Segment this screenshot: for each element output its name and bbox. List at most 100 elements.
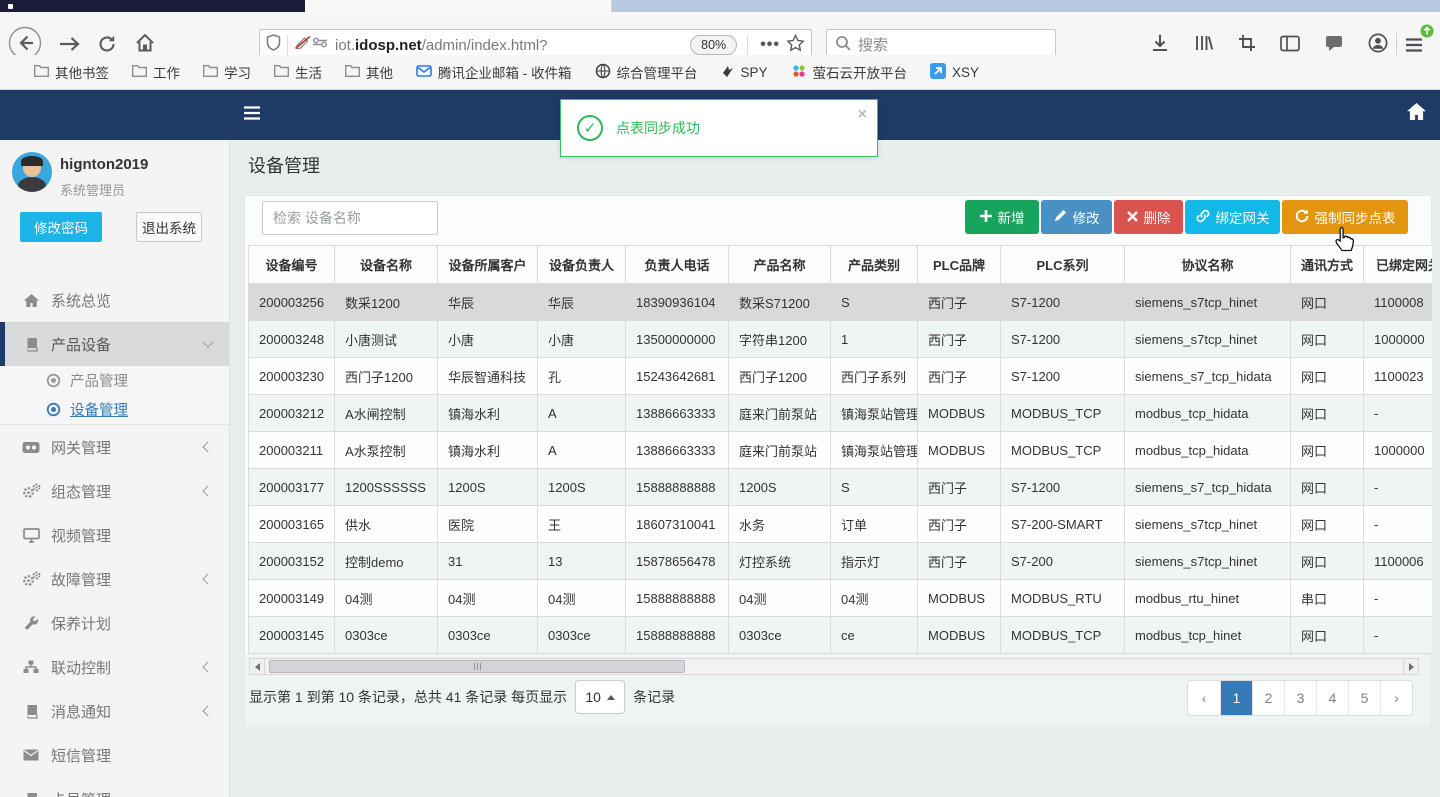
scrollbar-thumb[interactable] — [269, 660, 685, 673]
browser-tab-inactive[interactable] — [305, 0, 612, 12]
sidebar-item-system-overview[interactable]: 系统总览 — [0, 278, 229, 322]
scroll-left-button[interactable] — [249, 658, 265, 675]
chevron-left-icon — [202, 661, 214, 673]
logout-button[interactable]: 退出系统 — [136, 212, 202, 242]
bookmark-label: 腾讯企业邮箱 - 收件箱 — [438, 66, 572, 81]
sidebar-toggle-icon[interactable] — [1280, 35, 1300, 57]
zoom-level-badge[interactable]: 80% — [690, 35, 738, 55]
bookmark-folder[interactable]: 其他书签 — [34, 62, 109, 82]
table-cell: 0303ce — [437, 616, 538, 654]
bookmark-star-icon[interactable] — [786, 33, 805, 57]
sidebar-item-config-management[interactable]: 组态管理 — [0, 469, 229, 513]
library-icon[interactable] — [1194, 34, 1214, 57]
browser-tab-active[interactable] — [0, 0, 305, 12]
permissions-icon[interactable] — [312, 36, 329, 54]
home-button[interactable] — [134, 33, 156, 53]
bookmark-tencent-mail[interactable]: 腾讯企业邮箱 - 收件箱 — [416, 62, 572, 82]
screenshot-icon[interactable] — [1238, 34, 1256, 57]
pencil-icon — [1054, 209, 1067, 225]
table-row[interactable]: 200003256 数采1200 华辰 华辰 18390936104 数采S71200 S 西… — [248, 283, 1432, 321]
page-next[interactable]: › — [1380, 681, 1412, 715]
add-device-button[interactable]: 新增 — [965, 200, 1039, 234]
browser-search-input[interactable] — [858, 36, 1028, 54]
dot-circle-icon — [44, 373, 62, 388]
change-password-button[interactable]: 修改密码 — [20, 212, 102, 242]
per-page-select[interactable]: 10 — [575, 680, 626, 714]
sidebar-item-gateway-management[interactable]: 网关管理 — [0, 425, 229, 469]
table-row[interactable]: 200003145 0303ce 0303ce 0303ce 15888888888 03… — [248, 616, 1432, 654]
bookmark-folder[interactable]: 其他 — [345, 62, 393, 82]
table-cell: 小唐测试 — [334, 320, 438, 358]
scrollbar-track[interactable] — [265, 658, 1403, 675]
table-row[interactable]: 200003230 西门子1200 华辰智通科技孔 15243642681 西门子120… — [248, 357, 1432, 395]
table-cell: 网口 — [1290, 320, 1364, 358]
sidebar-item-sms-management[interactable]: 短信管理 — [0, 733, 229, 777]
horizontal-scrollbar[interactable] — [249, 658, 1419, 675]
plus-icon — [979, 209, 992, 225]
bookmark-folder[interactable]: 生活 — [274, 62, 322, 82]
bookmark-spy[interactable]: SPY — [721, 64, 768, 81]
sidebar-item-linkage-control[interactable]: 联动控制 — [0, 645, 229, 689]
page-actions-icon[interactable]: ••• — [760, 36, 780, 54]
book-icon — [20, 792, 42, 797]
bookmark-label: 其他 — [366, 66, 393, 81]
table-cell: S — [830, 283, 918, 321]
table-cell: 15888888888 — [625, 579, 729, 617]
column-header: 设备名称 — [334, 245, 438, 284]
summary-text: 显示第 1 到第 10 条记录，总共 41 条记录 每页显示 — [249, 689, 568, 705]
device-search-input[interactable] — [262, 201, 438, 235]
shield-icon[interactable] — [266, 34, 281, 56]
page-2[interactable]: 2 — [1252, 681, 1284, 715]
table-cell: 华辰 — [437, 283, 538, 321]
bookmark-ys7-open[interactable]: 萤石云开放平台 — [791, 62, 907, 82]
blocked-content-icon[interactable] — [294, 35, 312, 55]
toast-close-icon[interactable]: × — [858, 106, 867, 124]
table-row[interactable]: 200003165 供水 医院王 18607310041 水务 订单 西门子 S7-200-S… — [248, 505, 1432, 543]
page-3[interactable]: 3 — [1284, 681, 1316, 715]
caret-up-icon — [606, 694, 615, 700]
reload-button[interactable] — [97, 34, 117, 54]
sidebar-item-product-management[interactable]: 产品管理 — [0, 366, 229, 395]
sidebar-item-video-management[interactable]: 视频管理 — [0, 513, 229, 557]
sidebar-item-product-device[interactable]: 产品设备 — [0, 322, 229, 366]
table-cell: 网口 — [1290, 283, 1364, 321]
table-row[interactable]: 200003177 1200SSSSSS 1200S 1200S 15888888888… — [248, 468, 1432, 506]
page-5[interactable]: 5 — [1348, 681, 1380, 715]
table-cell: - — [1363, 394, 1432, 432]
table-cell: 医院 — [437, 505, 538, 543]
sidebar-toggle-burger-icon[interactable] — [243, 106, 261, 125]
delete-device-button[interactable]: 删除 — [1114, 200, 1183, 234]
table-row[interactable]: 200003152 控制demo 31 13 15878656478 灯控系统 指示灯 西门子… — [248, 542, 1432, 580]
bookmark-xsy[interactable]: XSY — [930, 62, 979, 82]
table-cell: S7-200 — [1000, 542, 1125, 580]
sidebar-item-label: 故障管理 — [51, 571, 112, 589]
scroll-right-button[interactable] — [1403, 658, 1419, 675]
sidebar-item-card-management[interactable]: 卡号管理 — [0, 777, 229, 797]
table-row[interactable]: 200003248 小唐测试 小唐 小唐 13500000000 字符串1200 1 西门子 S… — [248, 320, 1432, 358]
page-4[interactable]: 4 — [1316, 681, 1348, 715]
bookmark-folder[interactable]: 工作 — [132, 62, 180, 82]
sidebar-item-maintenance-plan[interactable]: 保养计划 — [0, 601, 229, 645]
table-cell: 网口 — [1290, 431, 1364, 469]
table-cell: 西门子 — [917, 357, 1001, 395]
table-row[interactable]: 200003212 A水闸控制 镇海水利 A 13886663333 庭来门前泵站 镇海泵站… — [248, 394, 1432, 432]
table-cell: siemens_s7tcp_hinet — [1124, 542, 1291, 580]
forward-button[interactable] — [58, 35, 82, 53]
page-1[interactable]: 1 — [1220, 681, 1252, 715]
app-home-icon[interactable] — [1406, 102, 1427, 126]
table-row[interactable]: 200003149 04测 04测 04测 15888888888 04测 04测 MODBU… — [248, 579, 1432, 617]
sidebar-item-fault-management[interactable]: 故障管理 — [0, 557, 229, 601]
bind-gateway-button[interactable]: 绑定网关 — [1185, 200, 1280, 234]
bookmark-mgmt-platform[interactable]: 综合管理平台 — [595, 62, 698, 82]
table-cell: 1200S — [437, 468, 538, 506]
table-row[interactable]: 200003211 A水泵控制 镇海水利 A 13886663333 庭来门前泵站 镇海泵站… — [248, 431, 1432, 469]
messages-icon[interactable] — [1324, 35, 1344, 57]
sidebar-item-message-notify[interactable]: 消息通知 — [0, 689, 229, 733]
sidebar-item-device-management[interactable]: 设备管理 — [0, 395, 229, 424]
edit-device-button[interactable]: 修改 — [1041, 200, 1112, 234]
table-cell: 王 — [537, 505, 626, 543]
device-panel: 新增 修改 删除 绑定网关 强制同步点表 设备编号设备名称设备所属客户设备负责人负责人电… — [244, 195, 1432, 725]
bookmark-folder[interactable]: 学习 — [203, 62, 251, 82]
page-prev[interactable]: ‹ — [1188, 681, 1220, 715]
table-cell: 镇海水利 — [437, 394, 538, 432]
